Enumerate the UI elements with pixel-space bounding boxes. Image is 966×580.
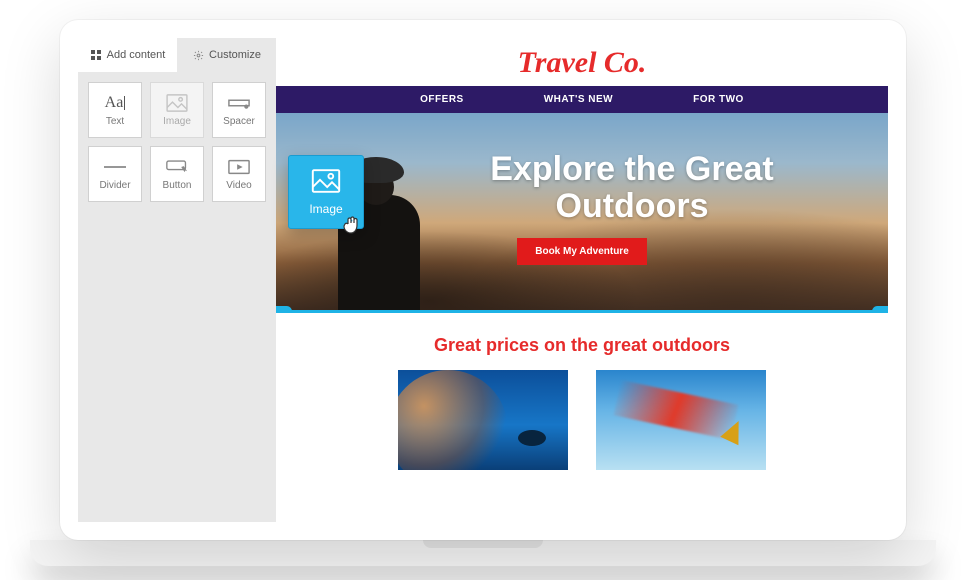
resize-handle-right[interactable] bbox=[872, 306, 888, 313]
tab-label: Customize bbox=[209, 49, 261, 61]
block-button[interactable]: Button bbox=[150, 146, 204, 202]
block-label: Text bbox=[106, 116, 124, 127]
hero-text: Explore the Great Outdoors Book My Adven… bbox=[276, 151, 888, 265]
block-label: Spacer bbox=[223, 116, 255, 127]
thumbnail-sky[interactable] bbox=[596, 370, 766, 470]
video-icon bbox=[228, 158, 250, 176]
hero-section[interactable]: Explore the Great Outdoors Book My Adven… bbox=[276, 113, 888, 313]
block-video[interactable]: Video bbox=[212, 146, 266, 202]
block-label: Image bbox=[309, 202, 342, 216]
block-spacer[interactable]: Spacer bbox=[212, 82, 266, 138]
grid-icon bbox=[90, 49, 102, 61]
nav-item-offers[interactable]: OFFERS bbox=[420, 94, 464, 105]
block-label: Image bbox=[163, 116, 191, 127]
device-base bbox=[30, 540, 936, 566]
block-label: Video bbox=[226, 180, 251, 191]
hero-cta-button[interactable]: Book My Adventure bbox=[517, 238, 647, 265]
gear-icon bbox=[192, 49, 204, 61]
editor-sidebar: Add content Customize Aa Text Image bbox=[78, 38, 276, 522]
block-divider[interactable]: Divider bbox=[88, 146, 142, 202]
preview-nav: OFFERS WHAT'S NEW FOR TWO bbox=[276, 86, 888, 113]
divider-icon bbox=[104, 158, 126, 176]
text-icon: Aa bbox=[104, 94, 126, 112]
selection-outline bbox=[276, 310, 888, 313]
block-image[interactable]: Image bbox=[150, 82, 204, 138]
block-text[interactable]: Aa Text bbox=[88, 82, 142, 138]
preview-canvas: Travel Co. OFFERS WHAT'S NEW FOR TWO Exp… bbox=[276, 38, 888, 522]
sidebar-tabs: Add content Customize bbox=[78, 38, 276, 72]
nav-item-for-two[interactable]: FOR TWO bbox=[693, 94, 744, 105]
cursor-grab-icon bbox=[342, 214, 362, 236]
nav-item-whats-new[interactable]: WHAT'S NEW bbox=[544, 94, 613, 105]
hero-headline-line1: Explore the Great bbox=[490, 150, 773, 188]
image-icon bbox=[166, 94, 188, 112]
tab-customize[interactable]: Customize bbox=[177, 38, 276, 72]
spacer-icon bbox=[228, 94, 250, 112]
thumbnail-row bbox=[276, 370, 888, 480]
section-subhead: Great prices on the great outdoors bbox=[276, 313, 888, 370]
resize-handle-left[interactable] bbox=[276, 306, 292, 313]
block-label: Divider bbox=[99, 180, 130, 191]
tab-add-content[interactable]: Add content bbox=[78, 38, 177, 72]
button-icon bbox=[166, 158, 188, 176]
brand-logo: Travel Co. bbox=[276, 38, 888, 86]
hero-headline-line2: Outdoors bbox=[556, 187, 709, 225]
image-icon bbox=[311, 169, 341, 196]
thumbnail-underwater[interactable] bbox=[398, 370, 568, 470]
editor-window: Add content Customize Aa Text Image bbox=[60, 20, 906, 540]
block-label: Button bbox=[163, 180, 192, 191]
content-block-palette: Aa Text Image Spacer Divider bbox=[78, 72, 276, 212]
tab-label: Add content bbox=[107, 49, 166, 61]
